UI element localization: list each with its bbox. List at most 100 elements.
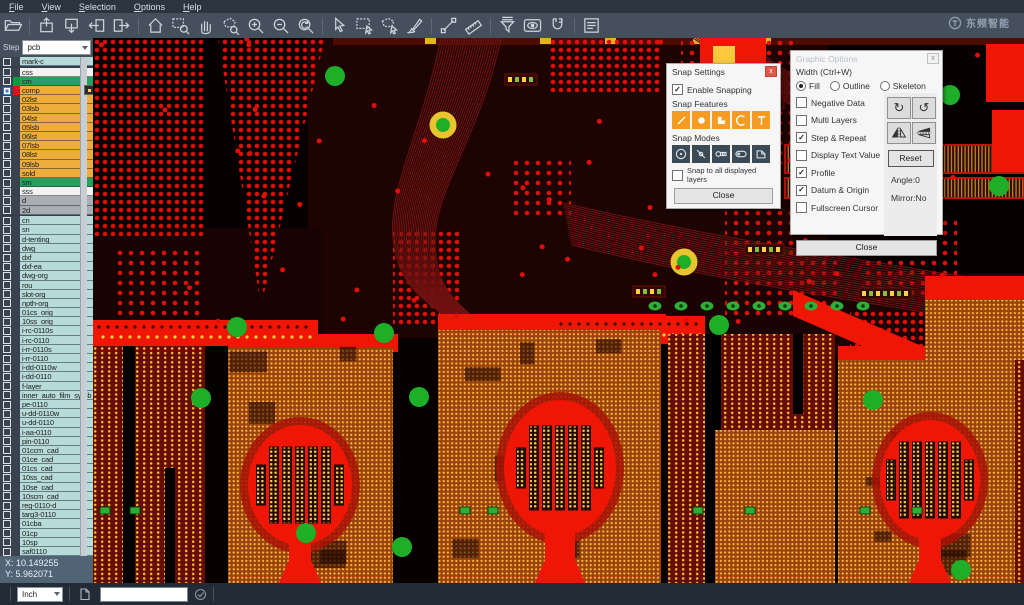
layer-visibility-checkbox[interactable]: [0, 235, 13, 244]
width-radio-fill[interactable]: Fill: [796, 81, 820, 91]
layer-visibility-checkbox[interactable]: [0, 501, 13, 510]
export-icon[interactable]: [109, 15, 134, 37]
snap-feature-surface-button[interactable]: [712, 111, 730, 129]
layer-visibility-checkbox[interactable]: [0, 216, 13, 225]
layer-visibility-checkbox[interactable]: [0, 363, 13, 372]
mirror-vertical-button[interactable]: [912, 122, 936, 144]
layer-visibility-checkbox[interactable]: [0, 141, 13, 150]
width-radio-outline[interactable]: Outline: [830, 81, 870, 91]
snap-dialog-titlebar[interactable]: Snap Settings x: [667, 64, 780, 78]
layer-visibility-checkbox[interactable]: [0, 206, 13, 215]
snap-feature-pad-button[interactable]: [692, 111, 710, 129]
step-select[interactable]: pcb: [22, 40, 91, 55]
layer-visibility-checkbox[interactable]: [0, 160, 13, 169]
snap-mode-contour-button[interactable]: [752, 145, 770, 163]
layers-panel-icon[interactable]: [579, 15, 604, 37]
layer-visibility-checkbox[interactable]: [0, 464, 13, 473]
window-select-icon[interactable]: [352, 15, 377, 37]
snap-icon[interactable]: [545, 15, 570, 37]
layer-visibility-checkbox[interactable]: [0, 150, 13, 159]
layer-visibility-checkbox[interactable]: [0, 345, 13, 354]
layer-visibility-checkbox[interactable]: [0, 178, 13, 187]
layer-visibility-checkbox[interactable]: [0, 547, 13, 556]
graphic-close-button[interactable]: Close: [796, 240, 937, 256]
graphic-checkbox[interactable]: [796, 202, 807, 213]
snap-close-button[interactable]: Close: [674, 188, 773, 204]
import-icon[interactable]: [84, 15, 109, 37]
layer-list-scrollbar[interactable]: [80, 57, 87, 556]
mirror-horizontal-button[interactable]: [887, 122, 911, 144]
snap-mode-center-button[interactable]: [672, 145, 690, 163]
polygon-select-icon[interactable]: [377, 15, 402, 37]
layer-visibility-checkbox[interactable]: [0, 391, 13, 400]
graphic-dialog-titlebar[interactable]: Graphic Options x: [791, 51, 942, 65]
layer-visibility-checkbox[interactable]: [0, 400, 13, 409]
layer-visibility-checkbox[interactable]: [0, 68, 13, 77]
filter-icon[interactable]: [495, 15, 520, 37]
graphic-checkbox[interactable]: ✓: [796, 167, 807, 178]
open-folder-icon[interactable]: [0, 15, 25, 37]
layer-visibility-checkbox[interactable]: [0, 77, 13, 86]
graphic-checkbox[interactable]: ✓: [796, 185, 807, 196]
measure-icon[interactable]: [461, 15, 486, 37]
layer-visibility-checkbox[interactable]: [0, 271, 13, 280]
layer-visibility-checkbox[interactable]: [0, 225, 13, 234]
layer-visibility-checkbox[interactable]: [0, 253, 13, 262]
layer-visibility-checkbox[interactable]: [0, 308, 13, 317]
layer-visibility-checkbox[interactable]: [0, 409, 13, 418]
menu-item-file[interactable]: File: [0, 2, 33, 12]
rotate-ccw-button[interactable]: ↺: [912, 97, 936, 119]
menu-item-options[interactable]: Options: [125, 2, 174, 12]
zoom-in-icon[interactable]: [243, 15, 268, 37]
zoom-out-icon[interactable]: [268, 15, 293, 37]
select-icon[interactable]: [327, 15, 352, 37]
zoom-area-icon[interactable]: [218, 15, 243, 37]
layer-visibility-checkbox[interactable]: [0, 95, 13, 104]
layer-visibility-checkbox[interactable]: [0, 262, 13, 271]
layer-visibility-checkbox[interactable]: [0, 538, 13, 547]
layer-visibility-checkbox[interactable]: [0, 299, 13, 308]
layer-visibility-checkbox[interactable]: [0, 326, 13, 335]
close-icon[interactable]: x: [927, 53, 939, 64]
layer-visibility-checkbox[interactable]: [0, 529, 13, 538]
graphic-checkbox[interactable]: [796, 97, 807, 108]
layer-visibility-checkbox[interactable]: [0, 483, 13, 492]
upload-icon[interactable]: [34, 15, 59, 37]
menu-item-view[interactable]: View: [33, 2, 70, 12]
command-input[interactable]: [100, 587, 188, 602]
home-icon[interactable]: [143, 15, 168, 37]
snap-feature-text-button[interactable]: [752, 111, 770, 129]
graphic-checkbox[interactable]: ✓: [796, 132, 807, 143]
layer-visibility-checkbox[interactable]: [0, 196, 13, 205]
layer-visibility-checkbox[interactable]: [0, 132, 13, 141]
view-options-icon[interactable]: [520, 15, 545, 37]
layer-visibility-checkbox[interactable]: [0, 437, 13, 446]
layer-visibility-checkbox[interactable]: [0, 114, 13, 123]
layer-visibility-checkbox[interactable]: [0, 123, 13, 132]
menu-item-help[interactable]: Help: [174, 2, 211, 12]
snap-mode-key-button[interactable]: [712, 145, 730, 163]
pan-icon[interactable]: [193, 15, 218, 37]
layer-visibility-checkbox[interactable]: [0, 187, 13, 196]
layer-visibility-checkbox[interactable]: [0, 473, 13, 482]
layer-visibility-checkbox[interactable]: [0, 428, 13, 437]
layer-visibility-checkbox[interactable]: [0, 336, 13, 345]
enable-snapping-checkbox[interactable]: ✓: [672, 84, 683, 95]
layer-visibility-checkbox[interactable]: [0, 418, 13, 427]
brush-icon[interactable]: [402, 15, 427, 37]
snap-mode-point-button[interactable]: [692, 145, 710, 163]
layer-visibility-checkbox[interactable]: [0, 446, 13, 455]
download-icon[interactable]: [59, 15, 84, 37]
line-icon[interactable]: [436, 15, 461, 37]
new-file-icon[interactable]: [78, 587, 92, 601]
close-icon[interactable]: x: [765, 66, 777, 77]
layer-visibility-checkbox[interactable]: [0, 86, 13, 95]
layer-visibility-checkbox[interactable]: [0, 57, 13, 66]
width-radio-skeleton[interactable]: Skeleton: [880, 81, 926, 91]
zoom-window-icon[interactable]: [168, 15, 193, 37]
layer-visibility-checkbox[interactable]: [0, 290, 13, 299]
snap-mode-slot-button[interactable]: [732, 145, 750, 163]
graphic-checkbox[interactable]: [796, 150, 807, 161]
layer-visibility-checkbox[interactable]: [0, 510, 13, 519]
menu-item-selection[interactable]: Selection: [70, 2, 125, 12]
